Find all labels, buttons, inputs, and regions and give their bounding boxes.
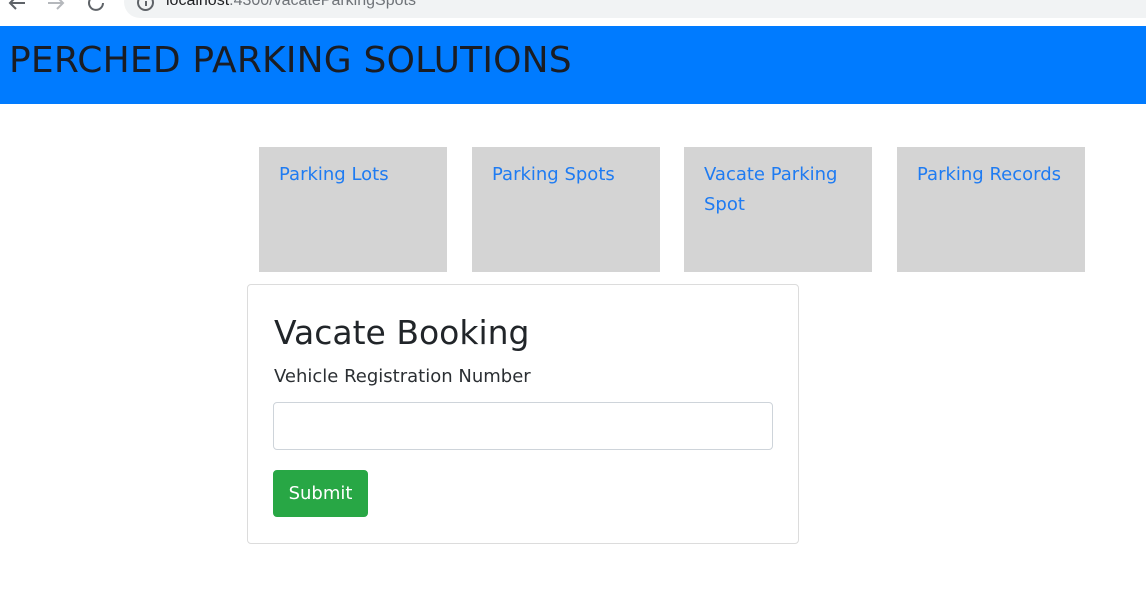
form-title: Vacate Booking	[274, 313, 530, 352]
nav-link-parking-spots[interactable]: Parking Spots	[492, 164, 615, 185]
nav-link-vacate-parking-spot[interactable]: Vacate Parking Spot	[704, 164, 837, 215]
vacate-booking-card: Vacate Booking Vehicle Registration Numb…	[247, 284, 799, 544]
browser-toolbar: localhost:4300/vacateParkingSpots	[0, 0, 1146, 26]
url-path: :4300/vacateParkingSpots	[229, 0, 416, 9]
reload-icon[interactable]	[86, 0, 108, 16]
nav-tile-parking-lots: Parking Lots	[259, 147, 447, 272]
nav-tile-vacate-parking-spot: Vacate Parking Spot	[684, 147, 872, 272]
forward-arrow-icon[interactable]	[45, 0, 67, 16]
nav-tile-parking-spots: Parking Spots	[472, 147, 660, 272]
vehicle-registration-label: Vehicle Registration Number	[274, 366, 531, 387]
url-text[interactable]: localhost:4300/vacateParkingSpots	[166, 0, 416, 10]
app-title: PERCHED PARKING SOLUTIONS	[9, 40, 572, 81]
back-arrow-icon[interactable]	[6, 0, 28, 16]
url-host: localhost	[166, 0, 230, 9]
app-header: PERCHED PARKING SOLUTIONS	[0, 26, 1146, 104]
nav-link-parking-records[interactable]: Parking Records	[917, 164, 1061, 185]
nav-tile-parking-records: Parking Records	[897, 147, 1085, 272]
nav-link-parking-lots[interactable]: Parking Lots	[279, 164, 389, 185]
vehicle-registration-input[interactable]	[273, 402, 773, 450]
submit-button[interactable]: Submit	[273, 470, 368, 517]
